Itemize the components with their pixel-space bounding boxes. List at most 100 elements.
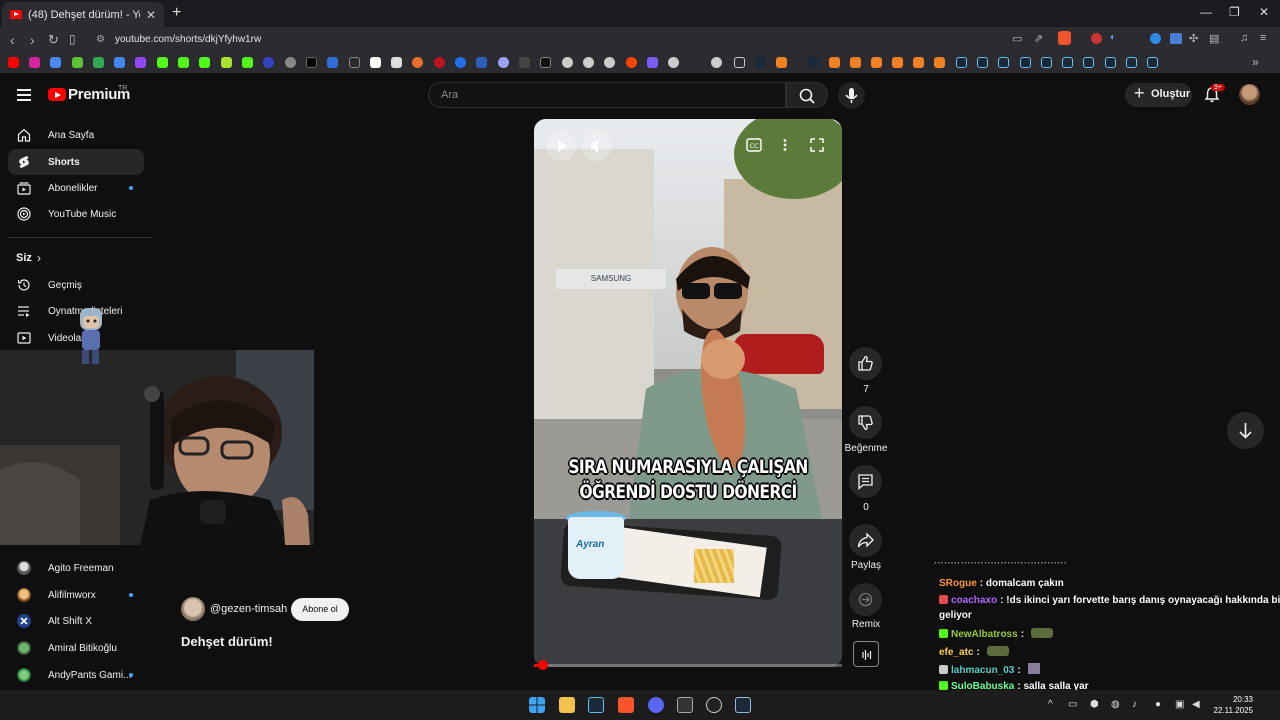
app-taskbar-icon[interactable]: [706, 697, 722, 713]
bookmark-x-icon[interactable]: [306, 57, 317, 68]
tray-app-icon[interactable]: ⬢: [1090, 699, 1099, 710]
menu-icon[interactable]: ≡: [1260, 32, 1266, 44]
brave-taskbar-icon[interactable]: [618, 697, 634, 713]
bookmark-icon[interactable]: [711, 57, 722, 68]
bookmark-icon[interactable]: [263, 57, 274, 68]
captions-icon[interactable]: CC: [746, 138, 762, 152]
bookmark-steam-icon[interactable]: [1083, 57, 1094, 68]
guide-menu-icon[interactable]: [17, 89, 31, 101]
bookmark-icon[interactable]: [285, 57, 296, 68]
sidebar-item-youtube-music[interactable]: YouTube Music: [8, 201, 144, 227]
cast-icon[interactable]: ▭: [1012, 32, 1022, 45]
bookmark-amazon-icon[interactable]: [391, 57, 402, 68]
bookmark-youtube-icon[interactable]: [8, 57, 19, 68]
bookmark-icon[interactable]: [114, 57, 125, 68]
extension-icon[interactable]: [1091, 33, 1102, 44]
bookmark-icon[interactable]: [476, 57, 487, 68]
progress-scrubber-handle[interactable]: [538, 660, 548, 670]
bookmark-kick-icon[interactable]: [242, 57, 253, 68]
share-button[interactable]: [849, 524, 882, 557]
bookmark-icon[interactable]: [498, 57, 509, 68]
extension-icon[interactable]: ◐: [1110, 32, 1116, 43]
more-bookmarks-icon[interactable]: »: [1252, 55, 1259, 69]
search-input[interactable]: Ara: [428, 82, 786, 108]
bookmark-steam-icon[interactable]: [1062, 57, 1073, 68]
share-page-icon[interactable]: ⇗: [1034, 32, 1043, 45]
bookmark-icon[interactable]: [455, 57, 466, 68]
bookmark-icon[interactable]: [562, 57, 573, 68]
bookmark-icon[interactable]: [50, 57, 61, 68]
maximize-icon[interactable]: ❐: [1229, 5, 1240, 19]
tray-speaker-icon[interactable]: ♪: [1132, 699, 1137, 710]
short-video-player[interactable]: SAMSUNG Ayran SIRA NUMARASIYLA ÇALIŞAN Ö…: [534, 119, 842, 667]
forward-icon[interactable]: ›: [30, 32, 35, 48]
brave-shields-icon[interactable]: [1058, 31, 1071, 45]
subscribe-button[interactable]: Abone ol: [291, 598, 349, 621]
bookmark-reddit-icon[interactable]: [626, 57, 637, 68]
search-button[interactable]: [786, 82, 828, 108]
volume-button[interactable]: [582, 131, 612, 161]
minimize-icon[interactable]: —: [1200, 5, 1212, 19]
bookmark-steam-icon[interactable]: [1126, 57, 1137, 68]
play-button[interactable]: [546, 131, 576, 161]
bookmark-icon[interactable]: [221, 57, 232, 68]
bookmark-steam-icon[interactable]: [956, 57, 967, 68]
sidebar-item-history[interactable]: Geçmiş: [8, 272, 144, 298]
bookmark-steam-icon[interactable]: [1041, 57, 1052, 68]
sidebar-icon[interactable]: ▤: [1209, 32, 1219, 45]
bookmark-steam-icon[interactable]: [755, 57, 766, 68]
dislike-button[interactable]: [849, 406, 882, 439]
app-taskbar-icon[interactable]: [735, 697, 751, 713]
window-close-icon[interactable]: ✕: [1259, 5, 1269, 19]
bookmark-icon[interactable]: [776, 57, 787, 68]
tray-overflow-icon[interactable]: ^: [1048, 699, 1053, 710]
bookmark-steam-icon[interactable]: [1020, 57, 1031, 68]
sidebar-item-home[interactable]: Ana Sayfa: [8, 122, 144, 148]
remix-button[interactable]: [849, 583, 882, 616]
next-short-button[interactable]: [1227, 412, 1264, 449]
extension-icon[interactable]: [1170, 33, 1182, 44]
new-tab-button[interactable]: +: [172, 4, 181, 22]
bookmark-steam-icon[interactable]: [1147, 57, 1158, 68]
channel-handle[interactable]: @gezen-timsah: [210, 603, 287, 615]
fullscreen-icon[interactable]: [810, 138, 824, 152]
reload-icon[interactable]: ↻: [48, 32, 59, 48]
bookmark-icon[interactable]: [72, 57, 83, 68]
bookmark-icon[interactable]: [519, 57, 530, 68]
account-avatar[interactable]: [1239, 84, 1260, 105]
discord-taskbar-icon[interactable]: [648, 697, 664, 713]
bookmark-icon[interactable]: [871, 57, 882, 68]
bookmark-icon[interactable]: [829, 57, 840, 68]
bookmark-drive-icon[interactable]: [93, 57, 104, 68]
tray-volume-icon[interactable]: ◀: [1192, 699, 1200, 710]
bookmark-icon[interactable]: [934, 57, 945, 68]
media-icon[interactable]: ♫: [1240, 32, 1248, 44]
bookmark-kick-icon[interactable]: [157, 57, 168, 68]
bookmark-kick-icon[interactable]: [178, 57, 189, 68]
you-section-heading[interactable]: Siz: [16, 252, 32, 264]
bookmark-icon[interactable]: [604, 57, 615, 68]
extension-icon[interactable]: [1150, 33, 1161, 44]
create-button[interactable]: Oluştur: [1125, 83, 1192, 107]
audio-sound-button[interactable]: [853, 641, 879, 667]
sidebar-item-shorts[interactable]: Shorts: [8, 149, 144, 175]
bookmark-icon[interactable]: [892, 57, 903, 68]
steam-taskbar-icon[interactable]: [588, 697, 604, 713]
bookmark-icon[interactable]: [668, 57, 679, 68]
tray-network-icon[interactable]: ▣: [1175, 699, 1184, 710]
bookmark-twitch-icon[interactable]: [135, 57, 146, 68]
bookmark-icon[interactable]: [349, 57, 360, 68]
comments-button[interactable]: [849, 465, 882, 498]
voice-search-button[interactable]: [838, 82, 865, 109]
extensions-puzzle-icon[interactable]: ✣: [1189, 32, 1198, 45]
bookmark-icon[interactable]: [540, 57, 551, 68]
bookmark-steam-icon[interactable]: [977, 57, 988, 68]
tab-close-icon[interactable]: ✕: [146, 8, 156, 22]
bookmark-icon[interactable]: [583, 57, 594, 68]
bookmark-steam-icon[interactable]: [1105, 57, 1116, 68]
bookmark-icon[interactable]: [327, 57, 338, 68]
tray-mic-icon[interactable]: ●: [1155, 699, 1161, 710]
more-options-icon[interactable]: [782, 138, 788, 152]
bookmark-icon[interactable]: ▯: [69, 32, 76, 46]
taskbar-clock[interactable]: 20:33 22.11.2025: [1213, 694, 1253, 716]
